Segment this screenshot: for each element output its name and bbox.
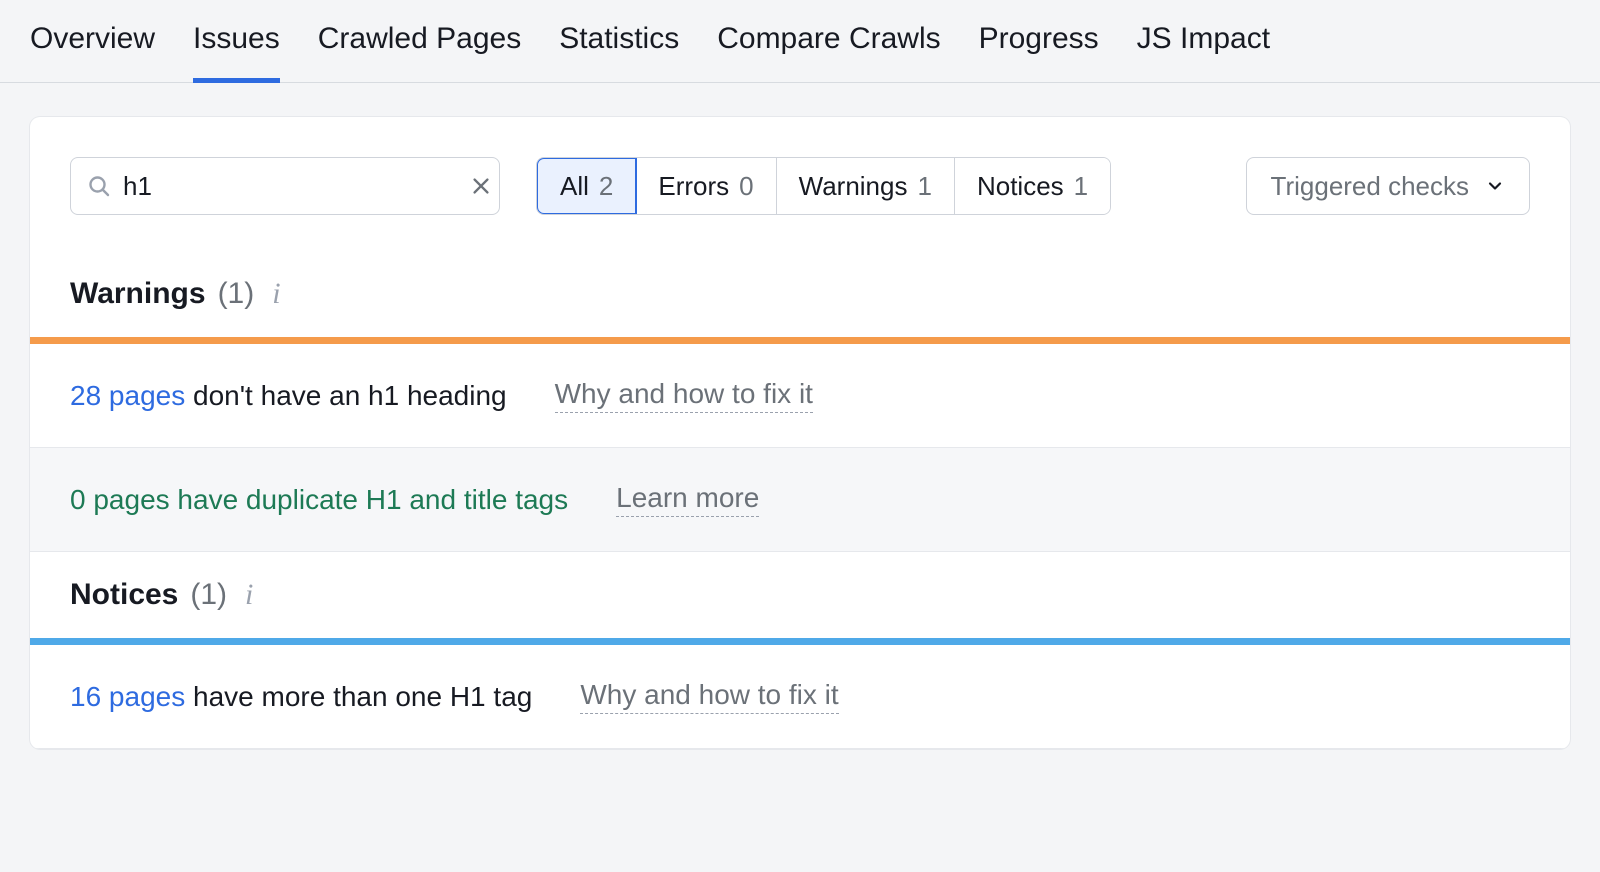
tab-issues[interactable]: Issues <box>193 22 280 82</box>
pages-link[interactable]: 28 pages <box>70 380 185 411</box>
warning-row: 0 pages have duplicate H1 and title tags… <box>30 448 1570 552</box>
warning-row: 28 pages don't have an h1 heading Why an… <box>30 344 1570 448</box>
notice-row: 16 pages have more than one H1 tag Why a… <box>30 645 1570 749</box>
notices-header: Notices (1) i <box>30 552 1570 638</box>
notices-stripe <box>30 638 1570 645</box>
warnings-count: (1) <box>218 277 255 311</box>
tab-compare-crawls[interactable]: Compare Crawls <box>717 22 940 82</box>
tab-progress[interactable]: Progress <box>979 22 1099 82</box>
notices-count: (1) <box>190 578 227 612</box>
filter-all-count: 2 <box>599 171 613 202</box>
filter-errors-label: Errors <box>658 171 729 202</box>
tab-js-impact[interactable]: JS Impact <box>1137 22 1270 82</box>
tab-statistics[interactable]: Statistics <box>559 22 679 82</box>
filter-warnings-count: 1 <box>917 171 931 202</box>
info-icon[interactable]: i <box>239 578 253 612</box>
warning-text: 28 pages don't have an h1 heading <box>70 380 507 412</box>
filter-all-label: All <box>560 171 589 202</box>
tab-crawled-pages[interactable]: Crawled Pages <box>318 22 521 82</box>
pages-link[interactable]: 16 pages <box>70 681 185 712</box>
notice-desc: have more than one H1 tag <box>185 681 532 712</box>
filter-all[interactable]: All 2 <box>536 157 637 215</box>
filter-notices-count: 1 <box>1074 171 1088 202</box>
learn-more-link[interactable]: Learn more <box>616 482 759 517</box>
notices-title: Notices <box>70 578 178 612</box>
toolbar: All 2 Errors 0 Warnings 1 Notices 1 Trig… <box>30 117 1570 251</box>
clear-icon[interactable] <box>470 175 492 197</box>
search-input[interactable] <box>111 171 470 202</box>
filter-errors-count: 0 <box>739 171 753 202</box>
fix-hint-link[interactable]: Why and how to fix it <box>555 378 813 413</box>
issue-type-filter: All 2 Errors 0 Warnings 1 Notices 1 <box>536 157 1111 215</box>
warnings-stripe <box>30 337 1570 344</box>
issues-card: All 2 Errors 0 Warnings 1 Notices 1 Trig… <box>30 117 1570 749</box>
fix-hint-link[interactable]: Why and how to fix it <box>580 679 838 714</box>
warning-desc: 0 pages have duplicate H1 and title tags <box>70 484 568 516</box>
dropdown-label: Triggered checks <box>1271 171 1469 202</box>
top-tabs: Overview Issues Crawled Pages Statistics… <box>0 0 1600 83</box>
filter-warnings-label: Warnings <box>799 171 908 202</box>
filter-notices[interactable]: Notices 1 <box>955 158 1110 214</box>
filter-warnings[interactable]: Warnings 1 <box>777 158 955 214</box>
triggered-checks-dropdown[interactable]: Triggered checks <box>1246 157 1530 215</box>
filter-notices-label: Notices <box>977 171 1064 202</box>
warnings-title: Warnings <box>70 277 206 311</box>
search-icon <box>87 174 111 198</box>
tab-overview[interactable]: Overview <box>30 22 155 82</box>
warning-desc: don't have an h1 heading <box>185 380 506 411</box>
filter-errors[interactable]: Errors 0 <box>636 158 776 214</box>
search-box <box>70 157 500 215</box>
notice-text: 16 pages have more than one H1 tag <box>70 681 532 713</box>
info-icon[interactable]: i <box>266 277 280 311</box>
chevron-down-icon <box>1485 176 1505 196</box>
warnings-header: Warnings (1) i <box>30 251 1570 337</box>
